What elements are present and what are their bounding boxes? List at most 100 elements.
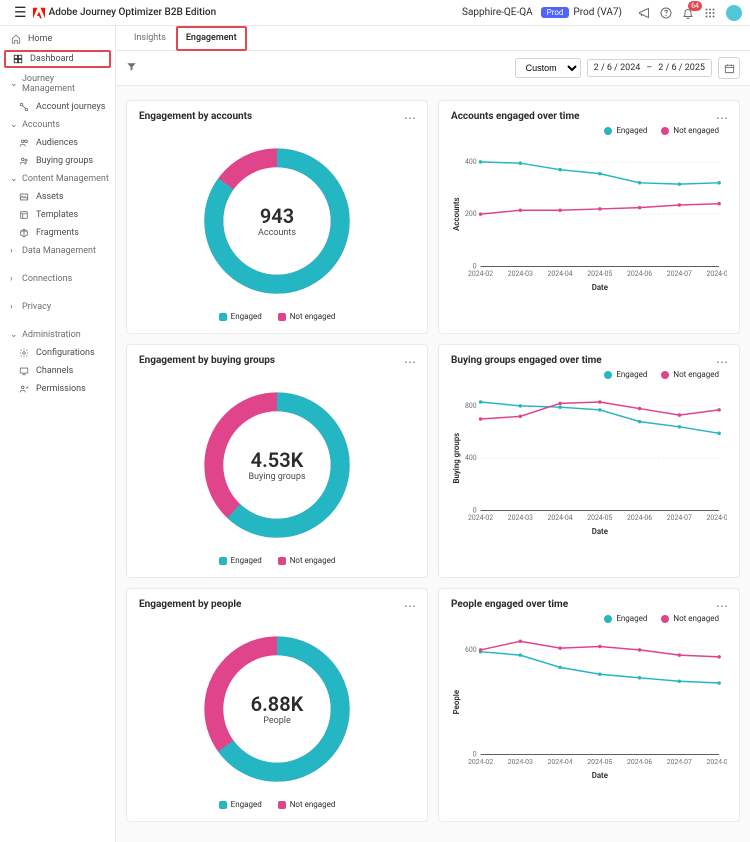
svg-text:2024-04: 2024-04 xyxy=(548,514,573,522)
dot-engaged xyxy=(604,615,612,623)
legend-label: Not engaged xyxy=(290,312,336,321)
svg-text:2024-05: 2024-05 xyxy=(587,270,612,278)
card-people-over-time: People engaged over time ⋯ Engaged Not e… xyxy=(438,588,740,822)
sidebar-section-label: Journey Management xyxy=(22,74,109,94)
line-chart-people: 06002024-022024-032024-042024-052024-062… xyxy=(451,633,727,793)
sidebar-section-privacy[interactable]: ›Privacy xyxy=(0,298,115,316)
date-range-select[interactable]: Custom xyxy=(515,58,581,78)
svg-text:600: 600 xyxy=(465,646,477,654)
svg-text:0: 0 xyxy=(473,262,477,270)
svg-text:2024-04: 2024-04 xyxy=(548,758,573,766)
sidebar-item-account-journeys[interactable]: Account journeys xyxy=(0,98,115,116)
sidebar-item-dashboard[interactable]: Dashboard xyxy=(4,50,111,68)
announcement-icon[interactable] xyxy=(634,3,654,23)
svg-text:0: 0 xyxy=(473,750,477,758)
sidebar-item-assets[interactable]: Assets xyxy=(0,188,115,206)
sidebar-item-configurations[interactable]: Configurations xyxy=(0,344,115,362)
chevron-down-icon: ⌄ xyxy=(10,120,18,130)
tab-engagement[interactable]: Engagement xyxy=(176,26,247,51)
more-icon[interactable]: ⋯ xyxy=(404,599,417,613)
donut-unit: Buying groups xyxy=(248,472,305,482)
sidebar-section-label: Connections xyxy=(22,274,72,284)
donut-unit: Accounts xyxy=(258,228,296,238)
avatar[interactable] xyxy=(726,5,742,21)
more-icon[interactable]: ⋯ xyxy=(716,599,729,613)
legend-label: Engaged xyxy=(616,126,647,135)
app-header: ☰ Adobe Journey Optimizer B2B Edition Sa… xyxy=(0,0,750,26)
line-chart-accounts: 02004002024-022024-032024-042024-052024-… xyxy=(451,145,727,305)
donut-value: 4.53K xyxy=(251,448,304,472)
tab-bar: Insights Engagement xyxy=(116,26,750,51)
sidebar: Home Dashboard ⌄ Journey Management Accou… xyxy=(0,26,116,842)
env-badge: Prod xyxy=(541,7,570,18)
sidebar-section-content-management[interactable]: ⌄Content Management xyxy=(0,170,115,188)
svg-text:Accounts: Accounts xyxy=(452,197,461,230)
hamburger-icon[interactable]: ☰ xyxy=(8,5,33,21)
svg-text:2024-02: 2024-02 xyxy=(468,514,493,522)
sidebar-section-journey-management[interactable]: ⌄ Journey Management xyxy=(0,70,115,98)
date-sep: – xyxy=(646,63,652,73)
sidebar-item-templates[interactable]: Templates xyxy=(0,206,115,224)
more-icon[interactable]: ⋯ xyxy=(716,111,729,125)
legend-label: Engaged xyxy=(231,800,262,809)
card-title: Accounts engaged over time xyxy=(451,111,727,122)
sidebar-item-audiences[interactable]: Audiences xyxy=(0,134,115,152)
sidebar-item-label: Assets xyxy=(36,192,64,202)
svg-text:800: 800 xyxy=(465,402,477,410)
svg-text:200: 200 xyxy=(465,210,477,218)
legend-label: Not engaged xyxy=(673,126,719,135)
more-icon[interactable]: ⋯ xyxy=(404,355,417,369)
gear-icon xyxy=(18,347,30,359)
chevron-right-icon: › xyxy=(10,302,18,312)
svg-text:2024-03: 2024-03 xyxy=(508,270,533,278)
tab-insights[interactable]: Insights xyxy=(124,26,176,50)
sidebar-item-home[interactable]: Home xyxy=(0,30,115,48)
legend: Engaged Not engaged xyxy=(139,556,415,565)
sidebar-section-data-management[interactable]: ›Data Management xyxy=(0,242,115,260)
sidebar-item-buying-groups[interactable]: Buying groups xyxy=(0,152,115,170)
audiences-icon xyxy=(18,137,30,149)
sidebar-item-permissions[interactable]: Permissions xyxy=(0,380,115,398)
date-range-input[interactable]: 2 / 6 / 2024 – 2 / 6 / 2025 xyxy=(587,59,712,77)
dot-not-engaged xyxy=(661,371,669,379)
donut-chart-buying-groups: 4.53KBuying groups xyxy=(198,386,356,544)
svg-text:Buying groups: Buying groups xyxy=(452,433,461,484)
sidebar-section-administration[interactable]: ⌄Administration xyxy=(0,326,115,344)
sidebar-section-label: Administration xyxy=(22,330,81,340)
sidebar-item-label: Audiences xyxy=(36,138,78,148)
sidebar-item-label: Templates xyxy=(36,210,78,220)
svg-text:2024-05: 2024-05 xyxy=(587,514,612,522)
more-icon[interactable]: ⋯ xyxy=(404,111,417,125)
apps-icon[interactable] xyxy=(700,3,720,23)
card-title: People engaged over time xyxy=(451,599,727,610)
legend-label: Engaged xyxy=(616,614,647,623)
svg-text:People: People xyxy=(452,689,461,714)
chevron-down-icon: ⌄ xyxy=(10,79,18,89)
sidebar-item-label: Dashboard xyxy=(30,54,74,64)
swatch-engaged xyxy=(219,801,227,809)
legend-label: Not engaged xyxy=(673,614,719,623)
home-icon xyxy=(10,33,22,45)
calendar-icon[interactable] xyxy=(718,57,740,79)
chevron-right-icon: › xyxy=(10,246,18,256)
swatch-not-engaged xyxy=(278,801,286,809)
notifications-icon[interactable]: 64 xyxy=(678,3,698,23)
help-icon[interactable] xyxy=(656,3,676,23)
adobe-logo-icon xyxy=(33,7,45,19)
more-icon[interactable]: ⋯ xyxy=(716,355,729,369)
sidebar-item-fragments[interactable]: Fragments xyxy=(0,224,115,242)
donut-value: 943 xyxy=(260,204,294,228)
assets-icon xyxy=(18,191,30,203)
sidebar-section-label: Accounts xyxy=(22,120,60,130)
svg-text:2024-02: 2024-02 xyxy=(468,270,493,278)
dot-engaged xyxy=(604,127,612,135)
svg-text:2024-08: 2024-08 xyxy=(707,270,727,278)
sidebar-item-channels[interactable]: Channels xyxy=(0,362,115,380)
legend-label: Not engaged xyxy=(290,556,336,565)
line-legend: Engaged Not engaged xyxy=(459,126,719,135)
legend: Engaged Not engaged xyxy=(139,312,415,321)
sidebar-section-connections[interactable]: ›Connections xyxy=(0,270,115,288)
filter-icon[interactable] xyxy=(126,61,137,75)
sidebar-section-accounts[interactable]: ⌄ Accounts xyxy=(0,116,115,134)
journey-icon xyxy=(18,101,30,113)
